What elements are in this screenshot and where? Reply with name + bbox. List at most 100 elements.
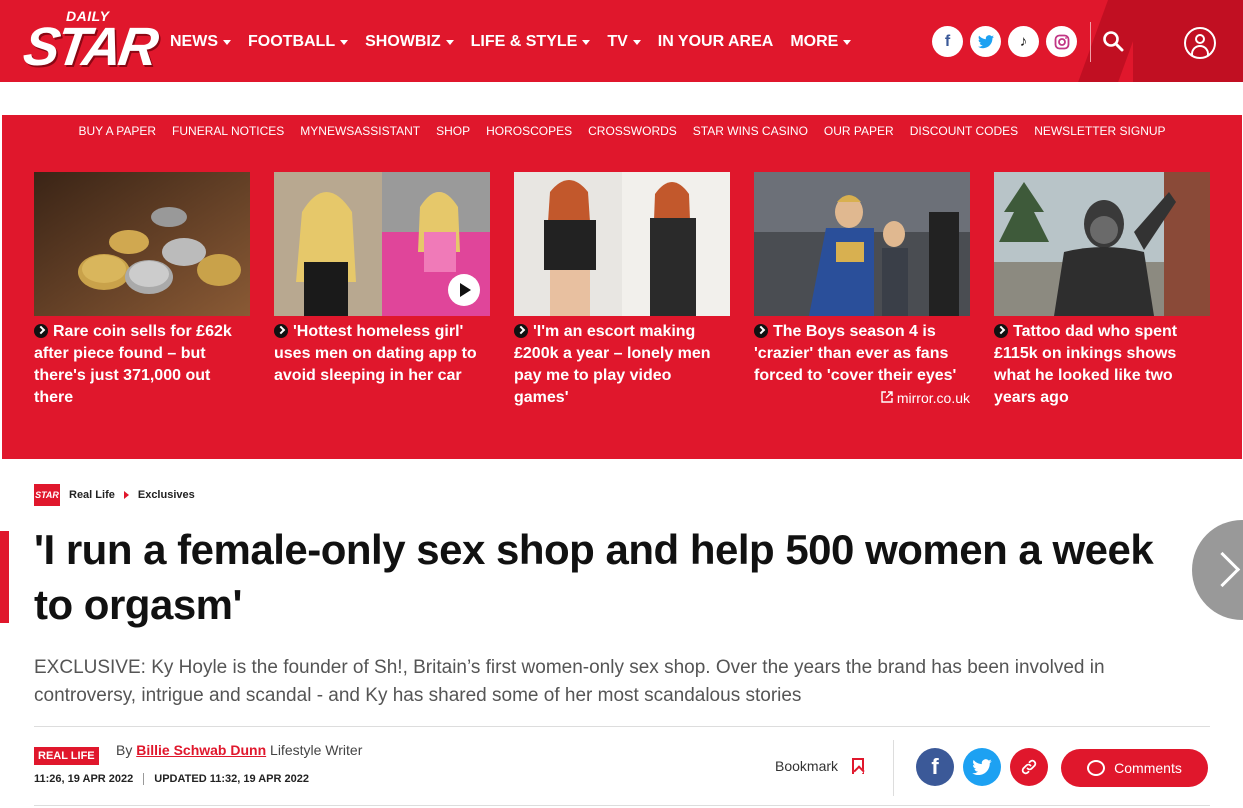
instagram-icon[interactable]: [1046, 26, 1077, 57]
card-title-text: Tattoo dad who spent £115k on inkings sh…: [994, 323, 1178, 406]
account-body-shape: [1191, 45, 1209, 55]
nav-item-news[interactable]: NEWS: [170, 33, 231, 51]
nav-item-life-style[interactable]: LIFE & STYLE: [471, 33, 591, 51]
arrow-bullet-icon: [274, 324, 288, 338]
link-share-icon[interactable]: [1010, 748, 1048, 786]
byline-prefix: By: [116, 742, 133, 758]
trending-card[interactable]: The Boys season 4 is 'crazier' than ever…: [754, 172, 970, 409]
subnav-item[interactable]: SHOP: [436, 124, 470, 138]
nav-item-label: MORE: [790, 33, 839, 50]
trending-card[interactable]: 'Hottest homeless girl' uses men on dati…: [274, 172, 490, 409]
actions-divider: [893, 740, 894, 796]
card-title-text: Rare coin sells for £62k after piece fou…: [34, 323, 232, 406]
header-divider: [1090, 22, 1091, 62]
account-icon[interactable]: [1184, 27, 1216, 59]
nav-item-label: FOOTBALL: [248, 33, 336, 50]
twitter-icon[interactable]: [970, 26, 1001, 57]
card-source[interactable]: mirror.co.uk: [754, 390, 970, 406]
external-link-icon: [881, 391, 893, 403]
twitter-share-icon[interactable]: [963, 748, 1001, 786]
search-icon[interactable]: [1102, 30, 1124, 52]
facebook-share-icon[interactable]: f: [916, 748, 954, 786]
card-title: Tattoo dad who spent £115k on inkings sh…: [994, 321, 1210, 409]
trending-card[interactable]: Tattoo dad who spent £115k on inkings sh…: [994, 172, 1210, 409]
arrow-bullet-icon: [754, 324, 768, 338]
chevron-down-icon: [632, 39, 641, 45]
headline-accent-bar: [0, 531, 9, 623]
subnav-item[interactable]: BUY A PAPER: [78, 124, 156, 138]
nav-item-label: NEWS: [170, 33, 218, 50]
breadcrumb-exclusives[interactable]: Exclusives: [138, 489, 195, 501]
comments-button[interactable]: Comments: [1061, 749, 1208, 787]
star-mini-logo[interactable]: STAR: [34, 484, 60, 506]
subnav-item[interactable]: DISCOUNT CODES: [910, 124, 1018, 138]
account-head-shape: [1195, 34, 1205, 44]
card-image-escort: [514, 172, 730, 316]
subnav-item[interactable]: HOROSCOPES: [486, 124, 572, 138]
card-image-tattoo-dad: [994, 172, 1210, 316]
chevron-down-icon: [223, 39, 231, 45]
card-source-text: mirror.co.uk: [896, 390, 970, 406]
subnav-item[interactable]: MYNEWSASSISTANT: [300, 124, 420, 138]
subnav-item[interactable]: FUNERAL NOTICES: [172, 124, 284, 138]
arrow-bullet-icon: [994, 324, 1008, 338]
top-bar: DAILY STAR NEWS FOOTBALL SHOWBIZ LIFE & STY…: [0, 0, 1243, 82]
comment-bubble-icon: [1087, 760, 1106, 776]
trending-card[interactable]: Rare coin sells for £62k after piece fou…: [34, 172, 250, 409]
breadcrumb: STAR Real Life Exclusives: [34, 484, 195, 506]
trending-cards: Rare coin sells for £62k after piece fou…: [34, 172, 1210, 409]
breadcrumb-real-life[interactable]: Real Life: [69, 489, 115, 501]
secondary-nav: BUY A PAPER FUNERAL NOTICES MYNEWSASSISTAN…: [2, 115, 1242, 146]
card-title: The Boys season 4 is 'crazier' than ever…: [754, 321, 970, 387]
card-title: Rare coin sells for £62k after piece fou…: [34, 321, 250, 409]
tiktok-icon[interactable]: ♪: [1008, 26, 1039, 57]
play-video-icon[interactable]: [448, 274, 480, 306]
author-role: Lifestyle Writer: [270, 742, 363, 758]
trending-card[interactable]: 'I'm an escort making £200k a year – lon…: [514, 172, 730, 409]
social-links: f ♪: [932, 26, 1077, 57]
nav-item-label: IN YOUR AREA: [657, 33, 774, 50]
nav-item-label: TV: [607, 33, 628, 50]
nav-item-more[interactable]: MORE: [790, 33, 852, 51]
chevron-down-icon: [843, 39, 852, 45]
nav-item-label: SHOWBIZ: [365, 33, 441, 50]
subnav-item[interactable]: CROSSWORDS: [588, 124, 677, 138]
nav-item-tv[interactable]: TV: [607, 33, 641, 51]
card-title-text: 'I'm an escort making £200k a year – lon…: [514, 323, 711, 406]
card-title-text: The Boys season 4 is 'crazier' than ever…: [754, 323, 957, 384]
nav-item-label: LIFE & STYLE: [470, 33, 578, 50]
card-image-woman-car: [274, 172, 490, 316]
chevron-down-icon: [445, 39, 454, 45]
subnav-item[interactable]: NEWSLETTER SIGNUP: [1034, 124, 1165, 138]
card-title: 'Hottest homeless girl' uses men on dati…: [274, 321, 490, 387]
trending-ribbon: BUY A PAPER FUNERAL NOTICES MYNEWSASSISTAN…: [2, 115, 1242, 459]
subnav-item[interactable]: OUR PAPER: [824, 124, 894, 138]
daily-star-logo[interactable]: DAILY STAR: [20, 6, 159, 78]
published-date: 11:26, 19 APR 2022: [34, 773, 134, 785]
facebook-icon[interactable]: f: [932, 26, 963, 57]
nav-item-football[interactable]: FOOTBALL: [248, 33, 349, 51]
breadcrumb-separator-icon: [123, 491, 129, 499]
byline: By Billie Schwab Dunn Lifestyle Writer: [116, 742, 362, 758]
nav-item-in-your-area[interactable]: IN YOUR AREA: [658, 33, 774, 51]
next-article-button[interactable]: [1192, 520, 1243, 620]
bookmark-label: Bookmark: [775, 758, 839, 774]
comments-label: Comments: [1114, 760, 1182, 776]
chevron-down-icon: [340, 39, 349, 45]
card-image-coins: [34, 172, 250, 316]
article-dates: 11:26, 19 APR 2022 UPDATED 11:32, 19 APR…: [34, 773, 309, 785]
page-title: 'I run a female-only sex shop and help 5…: [34, 526, 1154, 628]
nav-item-showbiz[interactable]: SHOWBIZ: [365, 33, 454, 51]
chevron-down-icon: [582, 39, 591, 45]
bookmark-icon: [852, 758, 865, 774]
card-image-the-boys: [754, 172, 970, 316]
share-buttons: f: [916, 748, 1048, 786]
subnav-item[interactable]: STAR WINS CASINO: [693, 124, 808, 138]
logo-star-text: STAR: [19, 17, 160, 77]
main-nav: NEWS FOOTBALL SHOWBIZ LIFE & STYLE TV IN YOUR…: [170, 33, 868, 51]
category-tag[interactable]: REAL LIFE: [34, 747, 99, 765]
bottom-divider: [34, 805, 1210, 806]
updated-date: UPDATED 11:32, 19 APR 2022: [154, 773, 309, 785]
author-link[interactable]: Billie Schwab Dunn: [136, 742, 266, 758]
bookmark-button[interactable]: Bookmark: [775, 758, 865, 774]
